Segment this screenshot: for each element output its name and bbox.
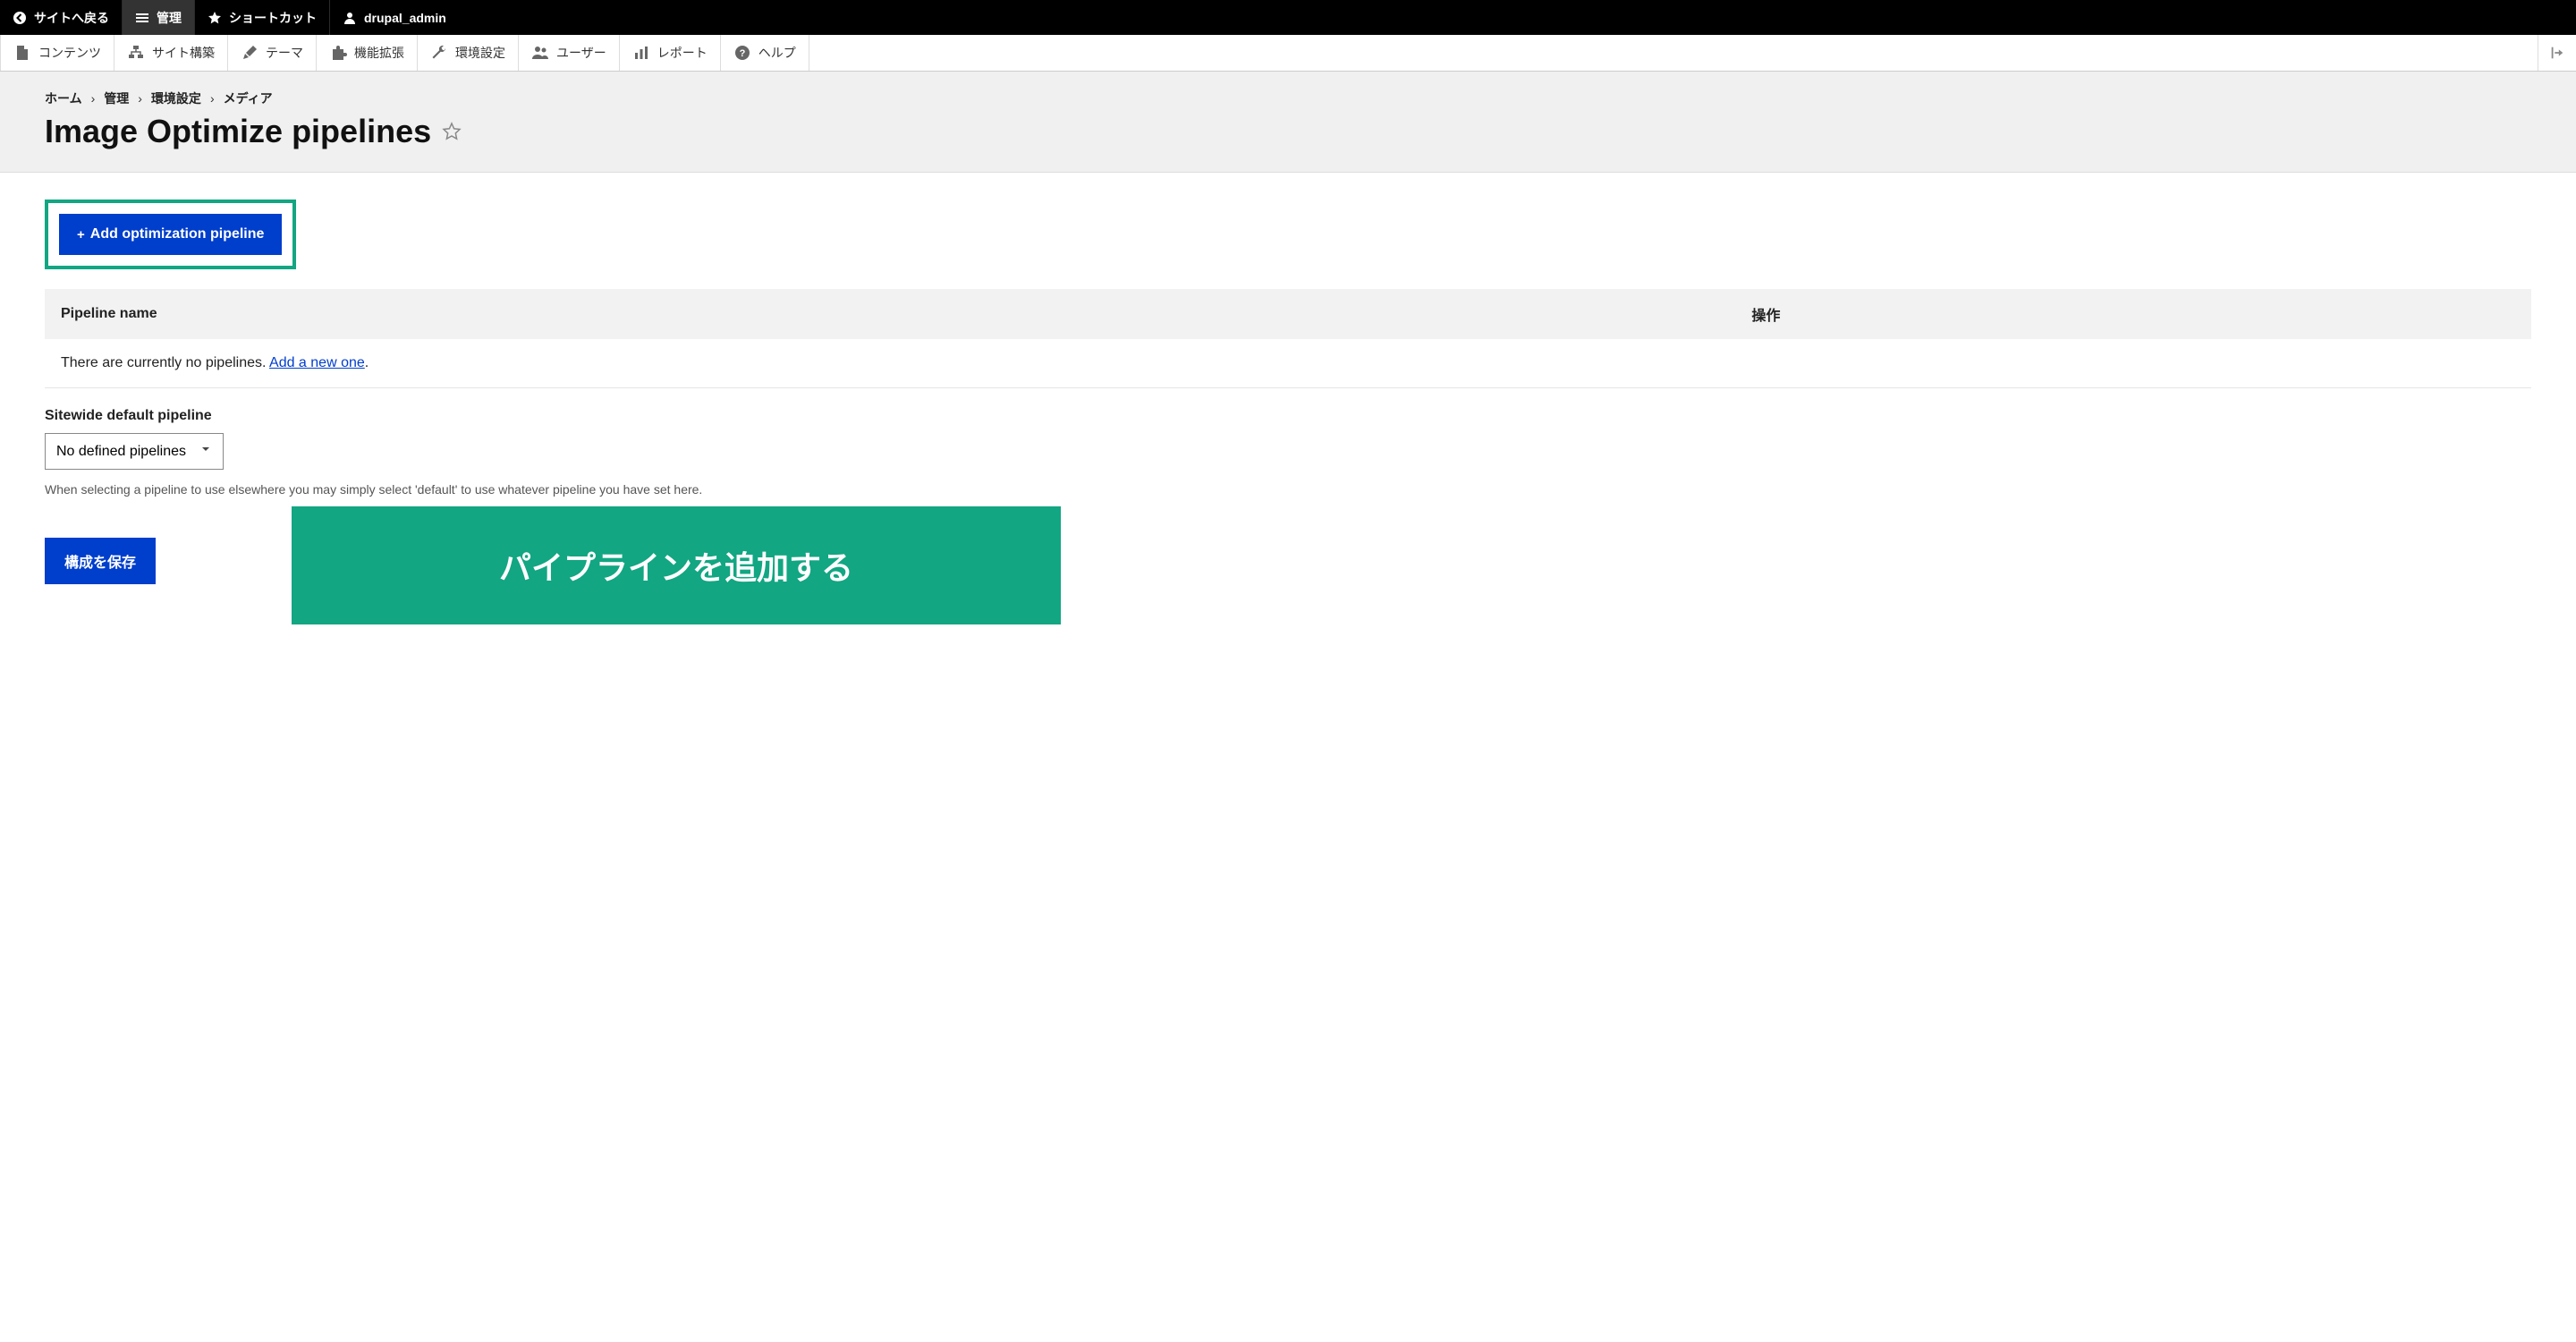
menu-extend-label: 機能拡張 xyxy=(354,44,404,62)
default-pipeline-select[interactable]: No defined pipelines xyxy=(45,433,224,470)
page-header: ホーム › 管理 › 環境設定 › メディア Image Optimize pi… xyxy=(0,72,2576,173)
brush-icon xyxy=(241,44,258,62)
breadcrumb-config[interactable]: 環境設定 xyxy=(151,89,201,107)
shortcuts-button[interactable]: ショートカット xyxy=(195,0,330,35)
back-to-site-button[interactable]: サイトへ戻る xyxy=(0,0,123,35)
save-config-button[interactable]: 構成を保存 xyxy=(45,538,156,584)
empty-text-suffix: . xyxy=(365,355,369,370)
structure-icon xyxy=(127,44,145,62)
menu-config-label: 環境設定 xyxy=(455,44,505,62)
page-title: Image Optimize pipelines xyxy=(45,113,431,150)
menu-reports-label: レポート xyxy=(657,44,708,62)
chart-icon xyxy=(632,44,650,62)
menu-content-label: コンテンツ xyxy=(38,44,101,62)
shortcuts-label: ショートカット xyxy=(229,9,317,27)
help-icon: ? xyxy=(733,44,751,62)
menu-reports[interactable]: レポート xyxy=(620,35,721,71)
menu-structure[interactable]: サイト構築 xyxy=(114,35,228,71)
chevron-down-icon xyxy=(199,443,212,460)
default-pipeline-label: Sitewide default pipeline xyxy=(45,408,2531,424)
collapse-toggle[interactable] xyxy=(2538,35,2576,71)
menu-appearance-label: テーマ xyxy=(266,44,303,62)
user-icon xyxy=(343,11,357,25)
add-pipeline-button[interactable]: + Add optimization pipeline xyxy=(59,214,282,255)
menu-people[interactable]: ユーザー xyxy=(519,35,620,71)
menu-config[interactable]: 環境設定 xyxy=(418,35,519,71)
menu-extend[interactable]: 機能拡張 xyxy=(317,35,418,71)
back-label: サイトへ戻る xyxy=(34,9,109,27)
user-menu-button[interactable]: drupal_admin xyxy=(330,0,459,35)
breadcrumb-sep: › xyxy=(91,91,96,106)
manage-label: 管理 xyxy=(157,9,182,27)
manage-button[interactable]: 管理 xyxy=(123,0,195,35)
breadcrumb-sep: › xyxy=(138,91,142,106)
instruction-overlay: パイプラインを追加する xyxy=(292,506,1061,624)
plus-icon: + xyxy=(77,227,85,242)
col-pipeline-name: Pipeline name xyxy=(45,289,1735,339)
help-text: When selecting a pipeline to use elsewhe… xyxy=(45,482,2531,497)
star-icon xyxy=(208,11,222,25)
user-label: drupal_admin xyxy=(364,11,446,25)
breadcrumb-sep: › xyxy=(210,91,215,106)
breadcrumb: ホーム › 管理 › 環境設定 › メディア xyxy=(45,89,2531,107)
table-empty-row: There are currently no pipelines. Add a … xyxy=(45,339,2531,388)
menu-people-label: ユーザー xyxy=(556,44,606,62)
favorite-star-icon[interactable] xyxy=(442,122,462,141)
menu-help[interactable]: ? ヘルプ xyxy=(721,35,809,71)
select-value: No defined pipelines xyxy=(56,444,186,460)
back-arrow-icon xyxy=(13,11,27,25)
add-pipeline-label: Add optimization pipeline xyxy=(90,226,265,242)
add-new-one-link[interactable]: Add a new one xyxy=(269,355,365,370)
menu-content[interactable]: コンテンツ xyxy=(0,35,114,71)
puzzle-icon xyxy=(329,44,347,62)
menu-structure-label: サイト構築 xyxy=(152,44,215,62)
pipelines-table: Pipeline name 操作 There are currently no … xyxy=(45,289,2531,388)
empty-text-prefix: There are currently no pipelines. xyxy=(61,355,269,370)
hamburger-icon xyxy=(135,11,149,25)
menu-appearance[interactable]: テーマ xyxy=(228,35,317,71)
menu-help-label: ヘルプ xyxy=(758,44,796,62)
breadcrumb-media[interactable]: メディア xyxy=(224,89,273,107)
breadcrumb-manage[interactable]: 管理 xyxy=(104,89,129,107)
document-icon xyxy=(13,44,31,62)
people-icon xyxy=(531,44,549,62)
svg-text:?: ? xyxy=(739,48,745,59)
wrench-icon xyxy=(430,44,448,62)
breadcrumb-home[interactable]: ホーム xyxy=(45,89,82,107)
top-toolbar: サイトへ戻る 管理 ショートカット drupal_admin xyxy=(0,0,2576,35)
highlight-frame: + Add optimization pipeline xyxy=(45,200,296,269)
col-operations: 操作 xyxy=(1735,289,2531,339)
admin-menu: コンテンツ サイト構築 テーマ 機能拡張 環境設定 ユーザー レポート xyxy=(0,35,2576,72)
